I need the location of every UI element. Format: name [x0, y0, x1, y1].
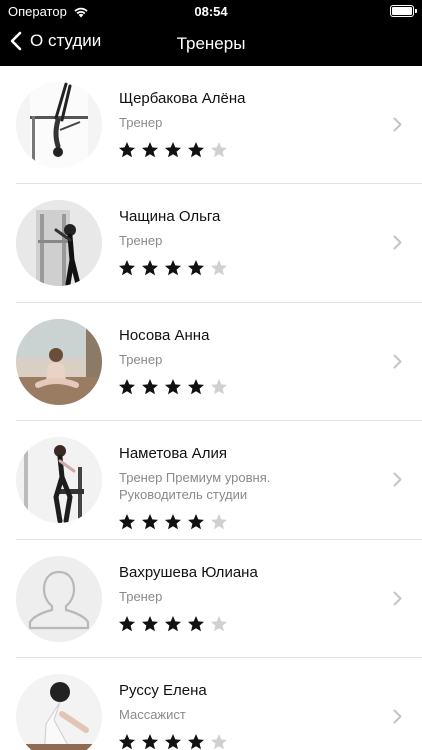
star-filled-icon — [119, 514, 135, 530]
star-empty-icon — [211, 615, 227, 631]
star-filled-icon — [165, 615, 181, 631]
star-filled-icon — [165, 514, 181, 530]
trainer-list: Щербакова Алёна Тренер Чащина Ольга Трен… — [0, 66, 422, 750]
trainer-name: Вахрушева Юлиана — [119, 563, 258, 581]
star-filled-icon — [188, 142, 204, 158]
trainer-name: Щербакова Алёна — [119, 90, 246, 107]
star-empty-icon — [211, 260, 227, 276]
star-filled-icon — [165, 378, 181, 395]
chevron-left-icon — [10, 31, 22, 51]
trainer-photo — [16, 318, 102, 405]
trainer-name: Носова Анна — [119, 326, 210, 344]
star-filled-icon — [188, 514, 204, 530]
star-rating — [117, 259, 229, 277]
star-filled-icon — [188, 260, 204, 276]
trainer-role: Тренер — [119, 233, 163, 249]
trainer-row[interactable]: Чащина Ольга Тренер — [0, 184, 422, 304]
star-filled-icon — [119, 733, 135, 750]
trainer-row[interactable]: Носова Анна Тренер — [0, 303, 422, 422]
avatar-placeholder — [16, 555, 102, 642]
star-filled-icon — [188, 615, 204, 631]
back-button[interactable]: О студии — [10, 31, 101, 51]
chevron-right-icon — [393, 117, 402, 132]
trainer-role: Тренер — [119, 351, 163, 367]
trainer-photo — [16, 673, 102, 750]
star-rating — [117, 378, 229, 396]
trainer-name: Наметова Алия — [119, 445, 227, 463]
star-filled-icon — [142, 733, 158, 750]
star-rating — [117, 733, 229, 750]
trainer-role: Массажист — [119, 706, 186, 722]
trainer-role: Тренер — [119, 115, 163, 130]
trainer-row[interactable]: Щербакова Алёна Тренер — [0, 66, 422, 185]
trainer-role: Тренер Премиум уровня. Руководитель студ… — [119, 470, 271, 503]
star-filled-icon — [142, 615, 158, 631]
back-button-label: О студии — [30, 31, 102, 50]
trainer-name: Руссу Елена — [119, 681, 207, 699]
star-rating — [117, 615, 229, 633]
star-empty-icon — [211, 142, 227, 158]
star-rating — [117, 141, 229, 159]
star-empty-icon — [211, 514, 227, 530]
star-filled-icon — [188, 378, 204, 395]
chevron-right-icon — [393, 709, 402, 724]
trainer-role: Тренер — [119, 588, 163, 604]
trainer-photo — [16, 200, 102, 287]
star-filled-icon — [142, 378, 158, 395]
trainer-photo — [16, 82, 102, 168]
star-filled-icon — [188, 733, 204, 750]
chevron-right-icon — [393, 354, 402, 369]
star-filled-icon — [165, 260, 181, 276]
star-filled-icon — [119, 260, 135, 276]
trainer-row[interactable]: Вахрушева Юлиана Тренер — [0, 540, 422, 659]
chevron-right-icon — [393, 591, 402, 606]
person-icon — [16, 555, 102, 642]
status-time: 08:54 — [194, 4, 228, 19]
star-rating — [117, 513, 229, 531]
navigation-bar: О студии Тренеры — [0, 22, 422, 66]
star-filled-icon — [165, 142, 181, 158]
star-empty-icon — [211, 733, 227, 750]
chevron-right-icon — [393, 472, 402, 487]
star-filled-icon — [119, 615, 135, 631]
trainer-name: Чащина Ольга — [119, 208, 221, 226]
battery-icon — [390, 5, 417, 17]
star-filled-icon — [142, 260, 158, 276]
trainer-row[interactable]: Наметова Алия Тренер Премиум уровня. Рук… — [0, 421, 422, 540]
trainer-row[interactable]: Руссу Елена Массажист — [0, 658, 422, 750]
star-filled-icon — [119, 378, 135, 395]
star-filled-icon — [119, 142, 135, 158]
star-filled-icon — [165, 733, 181, 750]
star-filled-icon — [142, 514, 158, 530]
trainer-photo — [16, 437, 102, 524]
star-filled-icon — [142, 142, 158, 158]
status-bar: Оператор 08:54 — [0, 0, 422, 22]
chevron-right-icon — [393, 235, 402, 250]
star-empty-icon — [211, 378, 227, 395]
